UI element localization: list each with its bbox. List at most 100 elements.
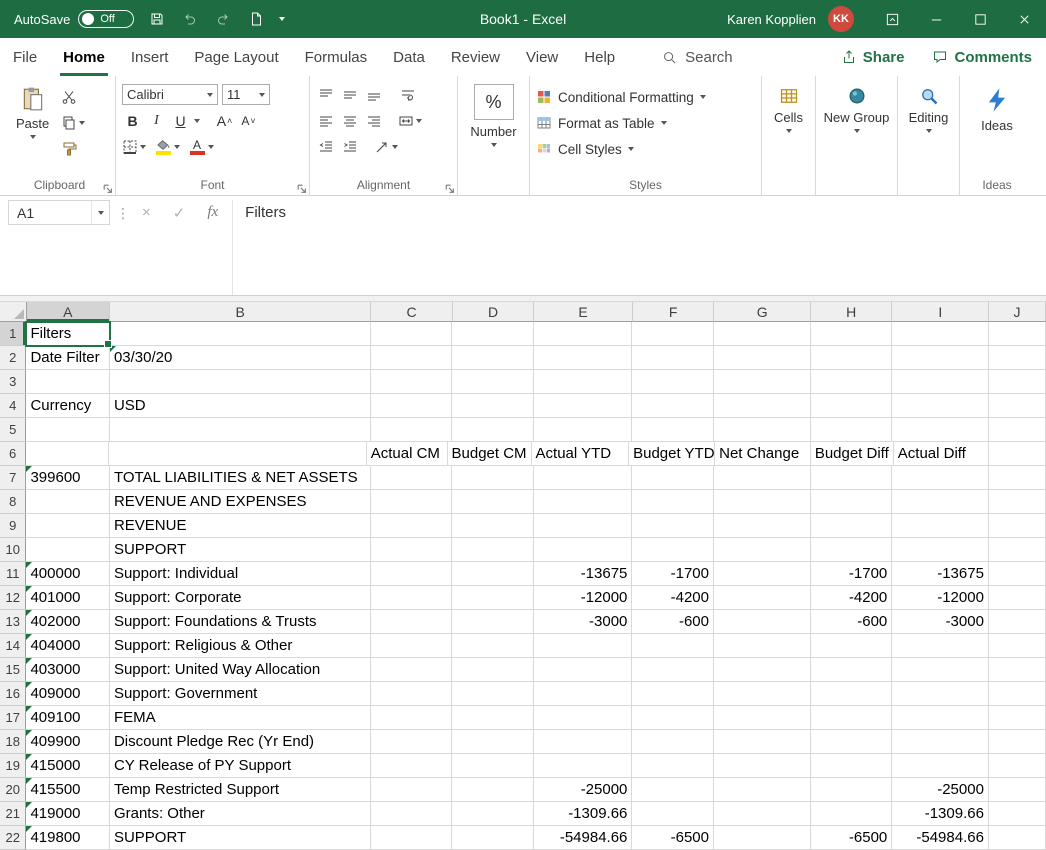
cell-F18[interactable] xyxy=(632,730,714,754)
cell-G2[interactable] xyxy=(714,346,811,370)
cell-E14[interactable] xyxy=(534,634,633,658)
cell-C15[interactable] xyxy=(371,658,453,682)
close-button[interactable] xyxy=(1002,0,1046,38)
cell-I17[interactable] xyxy=(892,706,989,730)
cell-F14[interactable] xyxy=(632,634,714,658)
cell-G21[interactable] xyxy=(714,802,811,826)
cell-A1[interactable]: Filters xyxy=(26,322,109,346)
cell-A12[interactable]: 401000 xyxy=(26,586,109,610)
cell-J9[interactable] xyxy=(989,514,1046,538)
cell-H11[interactable]: -1700 xyxy=(811,562,893,586)
cell-I3[interactable] xyxy=(892,370,989,394)
row-header-19[interactable]: 19 xyxy=(0,754,26,778)
cell-H3[interactable] xyxy=(811,370,893,394)
insert-function-icon[interactable]: fx xyxy=(207,204,218,221)
cell-F13[interactable]: -600 xyxy=(632,610,714,634)
cancel-entry-icon[interactable]: × xyxy=(142,204,151,221)
cell-H13[interactable]: -600 xyxy=(811,610,893,634)
cell-E20[interactable]: -25000 xyxy=(534,778,633,802)
cell-G11[interactable] xyxy=(714,562,811,586)
cell-D12[interactable] xyxy=(452,586,534,610)
cell-D15[interactable] xyxy=(452,658,534,682)
cell-I16[interactable] xyxy=(892,682,989,706)
format-painter-button[interactable] xyxy=(61,138,85,160)
cell-F20[interactable] xyxy=(632,778,714,802)
cell-A17[interactable]: 409100 xyxy=(26,706,109,730)
cell-B5[interactable] xyxy=(110,418,371,442)
cell-G3[interactable] xyxy=(714,370,811,394)
cells-button[interactable]: Cells xyxy=(768,84,809,135)
cell-E12[interactable]: -12000 xyxy=(534,586,633,610)
tab-formulas[interactable]: Formulas xyxy=(292,38,381,76)
cell-B11[interactable]: Support: Individual xyxy=(110,562,371,586)
cell-J11[interactable] xyxy=(989,562,1046,586)
cell-G19[interactable] xyxy=(714,754,811,778)
cell-I9[interactable] xyxy=(892,514,989,538)
undo-icon[interactable] xyxy=(180,9,200,29)
name-box-caret[interactable] xyxy=(91,201,109,224)
cell-G22[interactable] xyxy=(714,826,811,850)
cell-E19[interactable] xyxy=(534,754,633,778)
accept-entry-icon[interactable]: ✓ xyxy=(173,204,186,222)
cell-I21[interactable]: -1309.66 xyxy=(892,802,989,826)
cell-A6[interactable] xyxy=(26,442,109,466)
cell-B1[interactable] xyxy=(110,322,371,346)
cell-I22[interactable]: -54984.66 xyxy=(892,826,989,850)
cell-J1[interactable] xyxy=(989,322,1046,346)
conditional-formatting-button[interactable]: Conditional Formatting xyxy=(536,84,755,110)
cell-G8[interactable] xyxy=(714,490,811,514)
cell-B17[interactable]: FEMA xyxy=(110,706,371,730)
cell-B4[interactable]: USD xyxy=(110,394,371,418)
cell-H18[interactable] xyxy=(811,730,893,754)
tab-review[interactable]: Review xyxy=(438,38,513,76)
cell-B12[interactable]: Support: Corporate xyxy=(110,586,371,610)
cell-J17[interactable] xyxy=(989,706,1046,730)
merge-center-button[interactable] xyxy=(398,110,422,132)
column-header-J[interactable]: J xyxy=(989,302,1046,322)
cell-G17[interactable] xyxy=(714,706,811,730)
cell-F17[interactable] xyxy=(632,706,714,730)
cell-C12[interactable] xyxy=(371,586,453,610)
column-header-I[interactable]: I xyxy=(892,302,989,322)
cell-H21[interactable] xyxy=(811,802,893,826)
percent-style-button[interactable]: % xyxy=(474,84,514,120)
cell-C9[interactable] xyxy=(371,514,453,538)
cell-C3[interactable] xyxy=(371,370,453,394)
cell-E22[interactable]: -54984.66 xyxy=(534,826,633,850)
cell-A16[interactable]: 409000 xyxy=(26,682,109,706)
cell-H22[interactable]: -6500 xyxy=(811,826,893,850)
cell-I2[interactable] xyxy=(892,346,989,370)
cell-C16[interactable] xyxy=(371,682,453,706)
cell-I7[interactable] xyxy=(892,466,989,490)
cell-C4[interactable] xyxy=(371,394,453,418)
cell-B16[interactable]: Support: Government xyxy=(110,682,371,706)
orientation-caret[interactable] xyxy=(392,145,398,149)
cell-F16[interactable] xyxy=(632,682,714,706)
tab-insert[interactable]: Insert xyxy=(118,38,182,76)
paste-caret[interactable] xyxy=(30,135,36,139)
cell-D22[interactable] xyxy=(452,826,534,850)
cell-G10[interactable] xyxy=(714,538,811,562)
cell-E11[interactable]: -13675 xyxy=(534,562,633,586)
cell-C5[interactable] xyxy=(371,418,453,442)
clipboard-dialog-launcher-icon[interactable] xyxy=(102,181,113,192)
cell-I6[interactable]: Actual Diff xyxy=(894,442,990,466)
cell-H16[interactable] xyxy=(811,682,893,706)
new-document-icon[interactable] xyxy=(246,9,266,29)
cell-F8[interactable] xyxy=(632,490,714,514)
align-top-button[interactable] xyxy=(316,84,336,106)
cell-B15[interactable]: Support: United Way Allocation xyxy=(110,658,371,682)
cell-A8[interactable] xyxy=(26,490,109,514)
cell-I11[interactable]: -13675 xyxy=(892,562,989,586)
cell-A2[interactable]: Date Filter xyxy=(26,346,109,370)
cell-G9[interactable] xyxy=(714,514,811,538)
cell-B19[interactable]: CY Release of PY Support xyxy=(110,754,371,778)
cell-D1[interactable] xyxy=(452,322,534,346)
cell-I14[interactable] xyxy=(892,634,989,658)
select-all-button[interactable] xyxy=(0,302,27,322)
decrease-indent-button[interactable] xyxy=(316,136,336,158)
cell-J6[interactable] xyxy=(989,442,1046,466)
number-format-caret[interactable] xyxy=(491,143,497,147)
cell-E18[interactable] xyxy=(534,730,633,754)
cell-C7[interactable] xyxy=(371,466,453,490)
